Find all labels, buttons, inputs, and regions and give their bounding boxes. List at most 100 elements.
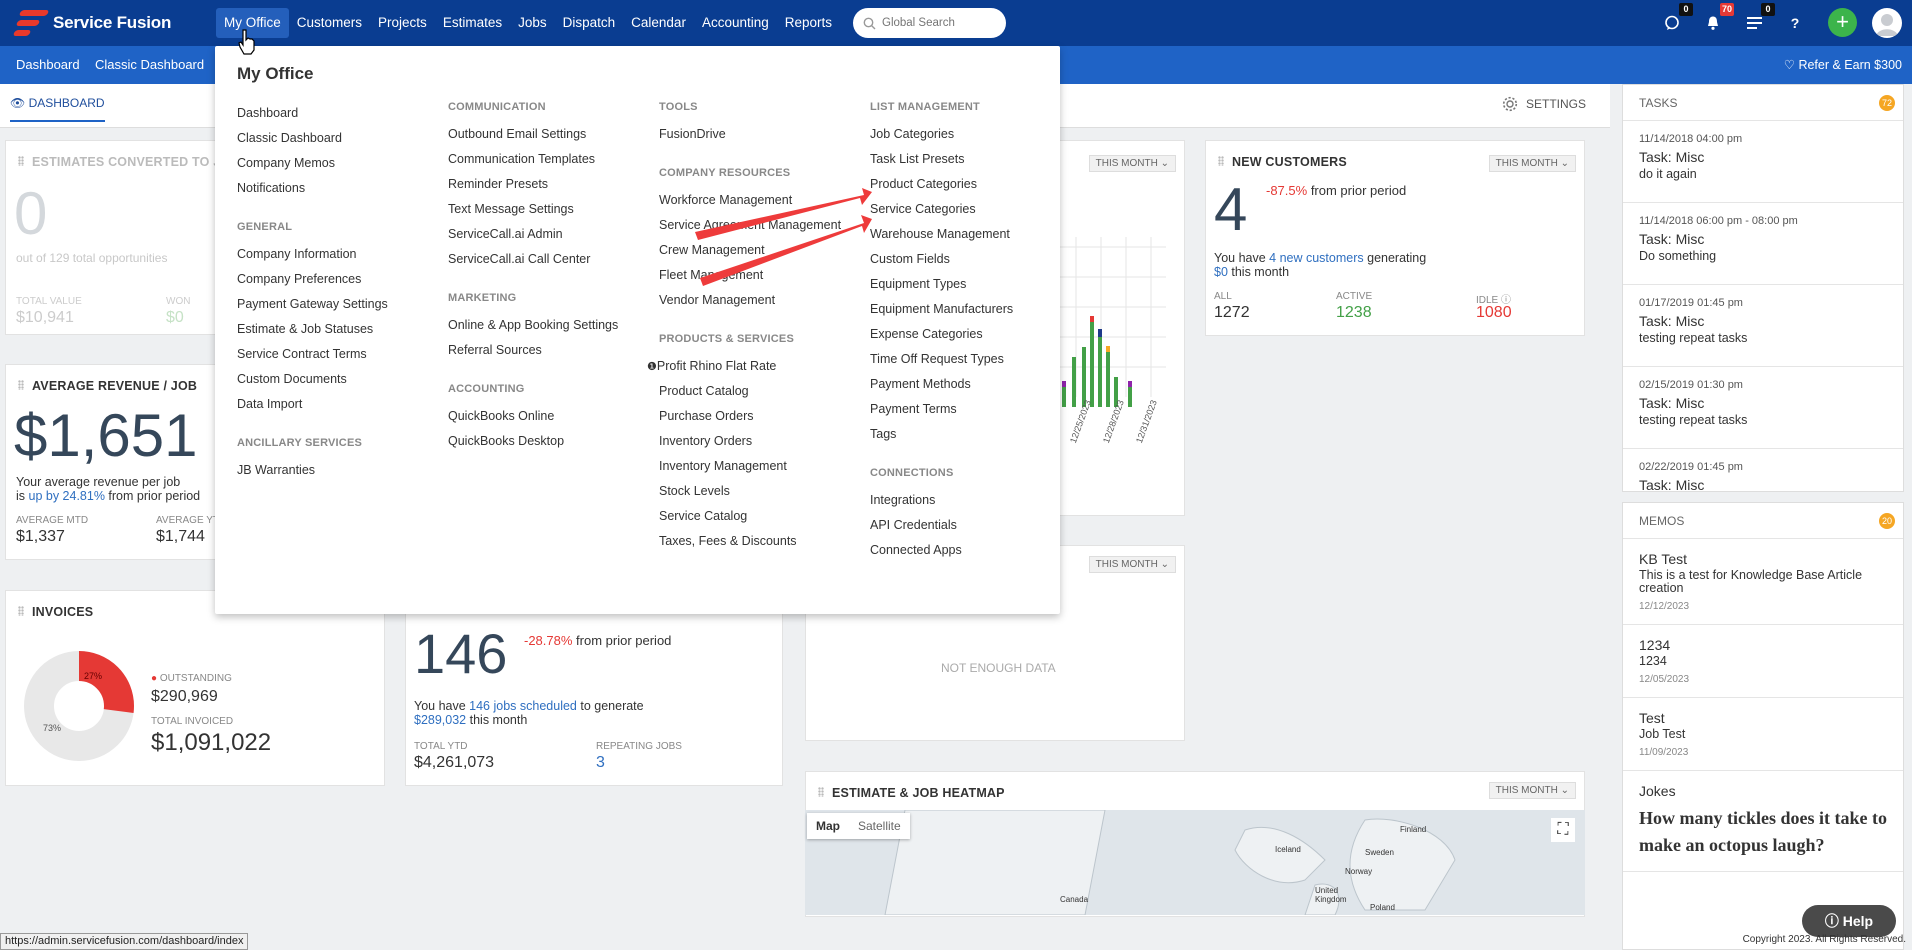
search-input[interactable] xyxy=(882,17,992,29)
menu-item-custom-fields[interactable]: Custom Fields xyxy=(870,247,1013,272)
menu-item-inventory-orders[interactable]: Inventory Orders xyxy=(659,429,841,454)
menu-item-text-message-settings[interactable]: Text Message Settings xyxy=(448,197,618,222)
menu-item-api-credentials[interactable]: API Credentials xyxy=(870,513,1013,538)
menu-item-payment-gateway-settings[interactable]: Payment Gateway Settings xyxy=(237,292,388,317)
menu-item-outbound-email-settings[interactable]: Outbound Email Settings xyxy=(448,122,618,147)
menu-item-company-preferences[interactable]: Company Preferences xyxy=(237,267,388,292)
menu-item-purchase-orders[interactable]: Purchase Orders xyxy=(659,404,841,429)
task-item[interactable]: 02/22/2019 01:45 pm Task: Misc xyxy=(1623,449,1903,491)
menu-item-warehouse-management[interactable]: Warehouse Management xyxy=(870,222,1013,247)
nav-calendar[interactable]: Calendar xyxy=(623,8,694,38)
menu-item-service-contract-terms[interactable]: Service Contract Terms xyxy=(237,342,388,367)
subnav-dashboard[interactable]: Dashboard xyxy=(16,46,80,84)
menu-item-equipment-manufacturers[interactable]: Equipment Manufacturers xyxy=(870,297,1013,322)
menu-item-referral-sources[interactable]: Referral Sources xyxy=(448,338,618,363)
jobs-scheduled-link[interactable]: 146 jobs scheduled xyxy=(469,699,577,713)
nav-customers[interactable]: Customers xyxy=(289,8,370,38)
menu-item-online-and-app-booking-settings[interactable]: Online & App Booking Settings xyxy=(448,313,618,338)
avg-revenue-change[interactable]: up by 24.81% xyxy=(29,489,105,503)
memo-item[interactable]: KB Test This is a test for Knowledge Base… xyxy=(1623,539,1903,625)
memo-item[interactable]: 1234 1234 12/05/2023 xyxy=(1623,625,1903,698)
map-tab[interactable]: Map xyxy=(807,813,849,839)
menu-item-time-off-request-types[interactable]: Time Off Request Types xyxy=(870,347,1013,372)
add-new-button[interactable]: + xyxy=(1828,8,1857,37)
fullscreen-icon[interactable]: ⛶ xyxy=(1551,818,1575,842)
menu-item-payment-methods[interactable]: Payment Methods xyxy=(870,372,1013,397)
task-item[interactable]: 11/14/2018 06:00 pm - 08:00 pm Task: Misc… xyxy=(1623,203,1903,285)
menu-item-notifications[interactable]: Notifications xyxy=(237,176,388,201)
settings-button[interactable]: SETTINGS xyxy=(1502,96,1586,112)
menu-item-integrations[interactable]: Integrations xyxy=(870,488,1013,513)
menu-item-fleet-management[interactable]: Fleet Management xyxy=(659,263,841,288)
heatmap-period-select[interactable]: THIS MONTH ⌄ xyxy=(1488,782,1576,799)
drag-handle-icon[interactable] xyxy=(18,380,24,390)
menu-item-company-memos[interactable]: Company Memos xyxy=(237,151,388,176)
new-customers-period-select[interactable]: THIS MONTH ⌄ xyxy=(1488,155,1576,172)
global-search[interactable] xyxy=(853,8,1006,38)
repeating-jobs-value[interactable]: 3 xyxy=(596,754,605,772)
menu-item-product-catalog[interactable]: Product Catalog xyxy=(659,379,841,404)
menu-item-service-categories[interactable]: Service Categories xyxy=(870,197,1013,222)
refer-link[interactable]: ♡ Refer & Earn $300 xyxy=(1784,46,1902,84)
menu-item-servicecall-ai-admin[interactable]: ServiceCall.ai Admin xyxy=(448,222,618,247)
menu-item-tags[interactable]: Tags xyxy=(870,422,1013,447)
menu-item-payment-terms[interactable]: Payment Terms xyxy=(870,397,1013,422)
menu-item-quickbooks-online[interactable]: QuickBooks Online xyxy=(448,404,618,429)
menu-item-crew-management[interactable]: Crew Management xyxy=(659,238,841,263)
menu-item-communication-templates[interactable]: Communication Templates xyxy=(448,147,618,172)
subnav-classic-dashboard[interactable]: Classic Dashboard xyxy=(95,46,204,84)
menu-item-estimate-and-job-statuses[interactable]: Estimate & Job Statuses xyxy=(237,317,388,342)
brand-logo[interactable]: Service Fusion xyxy=(12,8,171,38)
menu-item-company-information[interactable]: Company Information xyxy=(237,242,388,267)
menu-item-custom-documents[interactable]: Custom Documents xyxy=(237,367,388,392)
menu-item-taxes-fees-and-discounts[interactable]: Taxes, Fees & Discounts xyxy=(659,529,841,554)
menu-item-equipment-types[interactable]: Equipment Types xyxy=(870,272,1013,297)
menu-item-stock-levels[interactable]: Stock Levels xyxy=(659,479,841,504)
chart-period-select[interactable]: THIS MONTH ⌄ xyxy=(1088,155,1176,172)
menu-item-vendor-management[interactable]: Vendor Management xyxy=(659,288,841,313)
empty-period-select[interactable]: THIS MONTH ⌄ xyxy=(1088,556,1176,573)
heatmap-map[interactable]: Finland Iceland Sweden Norway United Kin… xyxy=(805,810,1585,915)
menu-item-product-categories[interactable]: Product Categories xyxy=(870,172,1013,197)
bell-icon[interactable]: 70 xyxy=(1701,3,1734,35)
drag-handle-icon[interactable] xyxy=(18,606,24,616)
menu-item-classic-dashboard[interactable]: Classic Dashboard xyxy=(237,126,388,151)
drag-handle-icon[interactable] xyxy=(1218,156,1224,166)
list-icon[interactable]: 0 xyxy=(1742,3,1775,35)
menu-item-dashboard[interactable]: Dashboard xyxy=(237,101,388,126)
menu-item-jb-warranties[interactable]: JB Warranties xyxy=(237,458,388,483)
memo-item[interactable]: Jokes How many tickles does it take to ma… xyxy=(1623,771,1903,872)
drag-handle-icon[interactable] xyxy=(18,156,24,166)
tab-dashboard[interactable]: 👁 DASHBOARD xyxy=(10,96,105,122)
menu-item-service-catalog[interactable]: Service Catalog xyxy=(659,504,841,529)
menu-item-servicecall-ai-call-center[interactable]: ServiceCall.ai Call Center xyxy=(448,247,618,272)
drag-handle-icon[interactable] xyxy=(818,787,824,797)
menu-item-inventory-management[interactable]: Inventory Management xyxy=(659,454,841,479)
help-icon[interactable]: ? xyxy=(1783,11,1807,35)
memo-item[interactable]: Test Job Test 11/09/2023 xyxy=(1623,698,1903,771)
menu-item-connected-apps[interactable]: Connected Apps xyxy=(870,538,1013,563)
help-button[interactable]: ⓘ Help xyxy=(1802,905,1896,937)
nav-reports[interactable]: Reports xyxy=(777,8,840,38)
menu-item-expense-categories[interactable]: Expense Categories xyxy=(870,322,1013,347)
new-customers-link[interactable]: 4 new customers xyxy=(1269,251,1363,265)
nav-projects[interactable]: Projects xyxy=(370,8,435,38)
task-item[interactable]: 01/17/2019 01:45 pm Task: Misc testing rep… xyxy=(1623,285,1903,367)
task-item[interactable]: 02/15/2019 01:30 pm Task: Misc testing rep… xyxy=(1623,367,1903,449)
menu-item-job-categories[interactable]: Job Categories xyxy=(870,122,1013,147)
nav-estimates[interactable]: Estimates xyxy=(435,8,510,38)
menu-item-quickbooks-desktop[interactable]: QuickBooks Desktop xyxy=(448,429,618,454)
nav-jobs[interactable]: Jobs xyxy=(510,8,555,38)
nav-accounting[interactable]: Accounting xyxy=(694,8,777,38)
menu-item-service-agreement-management[interactable]: Service Agreement Management xyxy=(659,213,841,238)
menu-item-reminder-presets[interactable]: Reminder Presets xyxy=(448,172,618,197)
chat-icon[interactable]: 0 xyxy=(1660,3,1693,35)
task-item[interactable]: 11/14/2018 04:00 pm Task: Misc do it again xyxy=(1623,121,1903,203)
menu-item-workforce-management[interactable]: Workforce Management xyxy=(659,188,841,213)
menu-item-task-list-presets[interactable]: Task List Presets xyxy=(870,147,1013,172)
menu-item-fusiondrive[interactable]: FusionDrive xyxy=(659,122,841,147)
satellite-tab[interactable]: Satellite xyxy=(849,813,910,839)
avatar[interactable] xyxy=(1872,8,1902,38)
nav-dispatch[interactable]: Dispatch xyxy=(555,8,624,38)
menu-item-profit-rhino-flat-rate[interactable]: ❶Profit Rhino Flat Rate xyxy=(647,354,841,379)
